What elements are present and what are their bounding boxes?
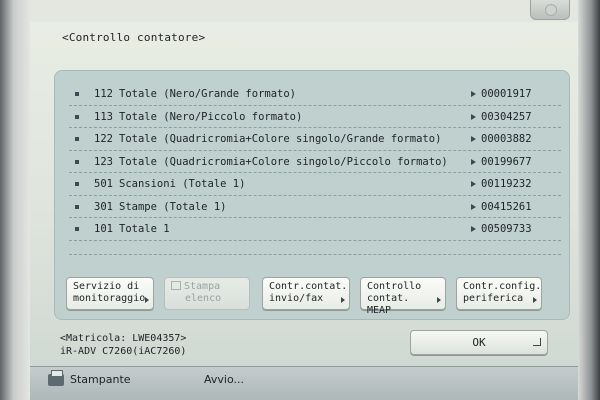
counter-label: Totale (Quadricromia+Colore singolo/Gran… <box>119 133 442 145</box>
counter-row[interactable]: 113 Totale (Nero/Piccolo formato) 003042… <box>69 106 561 128</box>
ok-label: OK <box>472 336 486 349</box>
counter-label: Scansioni (Totale 1) <box>119 178 246 190</box>
counter-row[interactable]: 112 Totale (Nero/Grande formato) 0000191… <box>69 83 561 106</box>
counter-row[interactable]: 101 Totale 1 00509733 <box>69 218 561 241</box>
bullet-icon <box>75 159 79 164</box>
counter-row[interactable]: 123 Totale (Quadricromia+Colore singolo/… <box>69 151 561 173</box>
arrow-right-icon <box>471 158 476 165</box>
home-button[interactable] <box>530 0 570 20</box>
chevron-right-icon <box>341 297 345 303</box>
button-label: contat. MEAP <box>367 293 410 316</box>
printer-icon <box>48 370 64 386</box>
chevron-right-icon <box>437 297 441 303</box>
ok-button[interactable]: OK <box>410 330 548 355</box>
counter-code: 113 <box>94 110 113 123</box>
device-bezel-right <box>578 0 600 400</box>
counter-label: Totale 1 <box>119 223 170 235</box>
device-bezel-left <box>0 0 30 400</box>
button-label: elenco <box>185 293 222 304</box>
bullet-icon <box>75 114 79 119</box>
page-title: <Controllo contatore> <box>62 31 206 44</box>
arrow-right-icon <box>471 113 476 120</box>
arrow-right-icon <box>471 203 476 210</box>
counter-value: 00003882 <box>481 133 532 145</box>
counter-label: Totale (Quadricromia+Colore singolo/Picc… <box>119 155 448 168</box>
device-info: <Matricola: LWE04357> iR-ADV C7260(iAC72… <box>60 332 186 358</box>
counter-code: 301 <box>94 200 113 213</box>
counter-value: 00304257 <box>481 110 532 123</box>
bullet-icon <box>75 137 79 141</box>
send-fax-counter-button[interactable]: Contr.contat. invio/fax <box>262 277 350 310</box>
arrow-right-icon <box>471 91 476 97</box>
counter-code: 123 <box>94 155 113 168</box>
counter-row[interactable]: 301 Stampe (Totale 1) 00415261 <box>69 196 561 218</box>
touch-screen: <Controllo contatore> 112 Totale (Nero/G… <box>30 0 578 376</box>
empty-row <box>69 241 561 255</box>
button-label: Controllo <box>367 281 422 292</box>
top-strip <box>30 0 578 22</box>
bullet-icon <box>75 182 79 186</box>
arrow-right-icon <box>471 226 476 232</box>
button-label: Contr.contat. <box>269 281 348 292</box>
counter-row[interactable]: 501 Scansioni (Totale 1) 00119232 <box>69 173 561 196</box>
taskbar: Stampante Avvio... <box>30 366 578 400</box>
button-label: Servizio di <box>73 281 140 292</box>
counter-label: Totale (Nero/Piccolo formato) <box>119 110 303 123</box>
counter-label: Totale (Nero/Grande formato) <box>119 88 297 100</box>
chevron-right-icon <box>533 297 537 303</box>
device-config-button[interactable]: Contr.config. periferica <box>456 277 542 310</box>
button-label: Stampa <box>184 281 221 292</box>
counter-code: 501 <box>94 178 113 190</box>
button-label: periferica <box>463 293 524 304</box>
model-name: iR-ADV C7260(iAC7260) <box>60 346 187 357</box>
counter-value: 00415261 <box>481 200 532 213</box>
monitoring-service-button[interactable]: Servizio di monitoraggio <box>66 277 154 310</box>
bullet-icon <box>75 92 79 96</box>
counter-value: 00509733 <box>481 223 532 235</box>
print-list-button[interactable]: Stampa elenco <box>164 277 250 310</box>
counter-row[interactable]: 122 Totale (Quadricromia+Colore singolo/… <box>69 128 561 151</box>
counter-value: 00001917 <box>481 88 532 100</box>
counter-label: Stampe (Totale 1) <box>119 200 227 213</box>
serial-number: <Matricola: LWE04357> <box>60 333 187 344</box>
counter-code: 101 <box>94 223 113 235</box>
button-label: monitoraggio <box>73 293 146 304</box>
meap-counter-button[interactable]: Controllo contat. MEAP <box>360 277 446 316</box>
counter-list: 112 Totale (Nero/Grande formato) 0000191… <box>69 83 561 255</box>
arrow-right-icon <box>471 136 476 142</box>
bullet-icon <box>75 204 79 209</box>
bullet-icon <box>75 227 79 231</box>
taskbar-app-label[interactable]: Stampante <box>70 373 131 386</box>
button-label: invio/fax <box>269 293 324 304</box>
home-icon <box>545 4 557 16</box>
enter-icon <box>533 338 541 346</box>
counter-value: 00199677 <box>481 155 532 168</box>
button-label: Contr.config. <box>463 281 542 292</box>
taskbar-status: Avvio... <box>204 373 244 386</box>
counter-code: 122 <box>94 133 113 145</box>
chevron-right-icon <box>145 297 149 303</box>
counter-code: 112 <box>94 88 113 100</box>
checkbox-icon <box>171 281 181 290</box>
counter-value: 00119232 <box>481 178 532 190</box>
arrow-right-icon <box>471 181 476 187</box>
